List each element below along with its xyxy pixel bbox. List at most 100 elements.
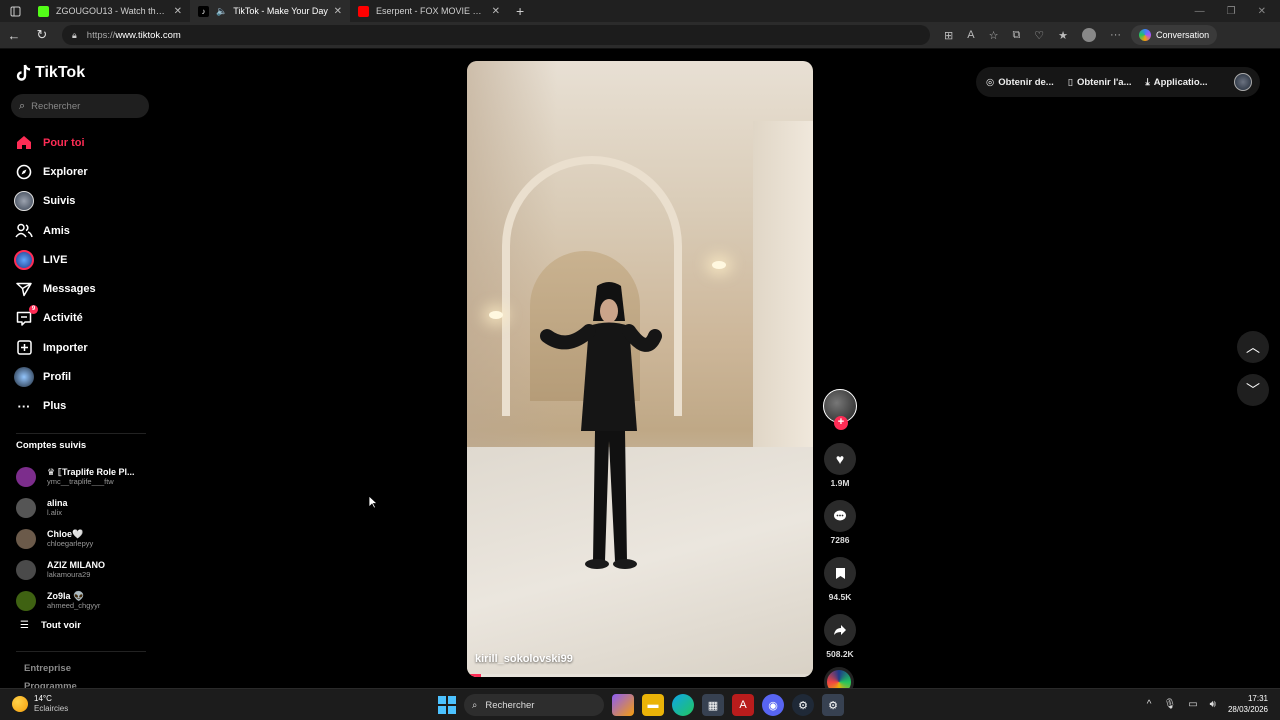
back-icon[interactable]: ← [0,28,28,43]
bookmark-icon[interactable] [824,557,856,589]
phone-icon: ▯ [1067,76,1073,88]
read-aloud-icon[interactable]: A [967,29,974,41]
app-available-icon[interactable]: ⊞ [944,29,953,42]
browser-essentials-icon[interactable]: ♡ [1034,29,1044,42]
video-player[interactable]: kirill_sokolovski99 [467,61,813,677]
steam-icon[interactable]: ⚙ [792,694,814,716]
footer-link-entreprise[interactable]: Entreprise [24,663,71,674]
menu-item-plus[interactable]: ··· Plus [14,392,96,421]
close-tab-icon[interactable]: ✕ [492,6,500,17]
next-video-button[interactable]: ﹀ [1237,374,1269,406]
following-account[interactable]: Chloe🤍 chloegarlepyy [16,523,134,554]
windows-start-icon[interactable] [438,696,456,714]
os-taskbar: 14°C Eclaircies ⌕ Rechercher ▬ ▦ A ◉ ⚙ ⚙… [0,688,1280,720]
tiktok-favicon-icon: ♪ [198,5,209,17]
menu-item-activite[interactable]: 9 Activité [14,304,96,333]
avatar [16,497,36,518]
extensions-icon[interactable]: ⧉ [1012,29,1020,42]
network-icon[interactable]: ▭ [1188,699,1197,710]
menu-item-importer[interactable]: Importer [14,333,96,362]
tiktok-note-icon [16,64,31,81]
get-app-button[interactable]: ▯ Obtenir l'a... [1068,77,1132,88]
share-action: 508.2K [822,614,858,659]
copilot-conversation-button[interactable]: Conversation [1131,25,1218,45]
following-account[interactable]: AZIZ MILANO lakamoura29 [16,554,134,585]
menu-item-pour-toi[interactable]: Pour toi [14,128,96,157]
url-bar[interactable]: 🔒︎ https://www.tiktok.com [62,25,930,45]
clock[interactable]: 17:31 28/03/2026 [1228,693,1268,715]
weather-widget[interactable]: 14°C Eclaircies [12,694,68,714]
menu-dots-icon[interactable]: ··· [1110,29,1121,41]
video-author-username[interactable]: kirill_sokolovski99 [475,653,573,665]
video-frame [712,261,726,269]
menu-item-suivis[interactable]: Suivis [14,187,96,216]
taskbar-search[interactable]: ⌕ Rechercher [464,694,604,716]
url-prefix: https:// [86,29,116,41]
file-explorer-icon[interactable]: ▬ [642,694,664,716]
search-input[interactable]: ⌕ Rechercher [11,94,149,118]
tiktok-logo[interactable]: TikTok [16,64,85,82]
close-tab-icon[interactable]: ✕ [174,6,182,17]
minimize-icon[interactable]: — [1195,6,1205,17]
comment-icon[interactable] [824,500,856,532]
favorites-icon[interactable]: ★ [1058,29,1068,42]
profile-icon[interactable] [1082,28,1097,42]
see-all-button[interactable]: ☰ Tout voir [20,620,81,631]
desktop-app-button[interactable]: ⤓ Applicatio... [1146,77,1208,88]
creator-avatar[interactable]: + [823,389,857,430]
menu-item-live[interactable]: LIVE [14,245,96,274]
lock-icon[interactable]: 🔒︎ [72,30,77,41]
comment-action: 7286 [822,500,858,545]
following-account[interactable]: ♛ ⟦Traplife Role Pl... ymc__traplife___ft… [16,461,134,492]
comment-count: 7286 [830,535,850,545]
tab-youtube[interactable]: Eserpent - FOX MOVIE ( officiel ✕ [350,0,508,22]
maximize-icon[interactable]: ❐ [1227,6,1236,17]
following-account[interactable]: alina l.alix [16,492,134,523]
volume-icon[interactable]: 🔊︎ [1210,699,1216,710]
user-avatar[interactable] [1234,73,1252,91]
previous-video-button[interactable]: ︿ [1237,331,1269,363]
refresh-icon[interactable]: ↻ [28,27,56,43]
following-account[interactable]: Zo9la 👽 ahmeed_chgyyr [16,585,134,616]
settings-icon[interactable]: ⚙ [822,694,844,716]
menu-item-profil[interactable]: Profil [14,362,96,391]
copilot-app-icon[interactable] [612,694,634,716]
speaker-icon[interactable]: 🔈 [216,6,227,17]
chevron-down-icon: ﹀ [1246,382,1260,398]
divider [16,651,146,652]
tab-kick[interactable]: ZGOUGOU13 - Watch the VOD o ✕ [30,0,190,22]
acrobat-icon[interactable]: A [732,694,754,716]
heart-icon[interactable]: ♥ [824,443,856,475]
list-icon: ☰ [20,620,29,631]
browser-tools: ⊞ A ☆ ⧉ ♡ ★ ··· [944,28,1121,42]
like-count: 1.9M [830,478,850,488]
new-tab-button[interactable]: + [508,0,532,22]
favorite-star-icon[interactable]: ☆ [989,29,999,42]
like-action: ♥ 1.9M [822,443,858,488]
footer-link-programme[interactable]: Programme [24,681,77,688]
tab-actions-icon[interactable] [0,0,30,22]
store-icon[interactable]: ▦ [702,694,724,716]
menu-item-amis[interactable]: Amis [14,216,96,245]
chevron-up-icon[interactable]: ^ [1147,699,1152,710]
profile-icon [14,367,34,388]
video-progress-bar[interactable] [467,674,813,677]
tab-tiktok[interactable]: ♪ 🔈 TikTok - Make Your Day ✕ [190,0,350,22]
search-icon: ⌕ [472,699,478,711]
taskbar-apps: ⌕ Rechercher ▬ ▦ A ◉ ⚙ ⚙ [438,694,844,716]
discord-icon[interactable]: ◉ [762,694,784,716]
menu-item-messages[interactable]: Messages [14,274,96,303]
avatar [16,528,36,549]
browser-tab-bar: ZGOUGOU13 - Watch the VOD o ✕ ♪ 🔈 TikTok… [0,0,1280,22]
main-menu: Pour toi Explorer Suivis Amis LIVE Messa… [14,128,96,421]
share-icon[interactable] [824,614,856,646]
menu-item-explorer[interactable]: Explorer [14,157,96,186]
microphone-icon[interactable]: 🎙︎ [1163,699,1176,710]
follow-plus-icon[interactable]: + [834,416,848,430]
close-window-icon[interactable]: ✕ [1258,6,1266,17]
edge-browser-icon[interactable] [672,694,694,716]
mouse-cursor-icon [368,495,379,512]
get-coins-button[interactable]: ◎ Obtenir de... [986,77,1054,88]
close-tab-icon[interactable]: ✕ [334,6,342,17]
avatar [16,466,36,487]
